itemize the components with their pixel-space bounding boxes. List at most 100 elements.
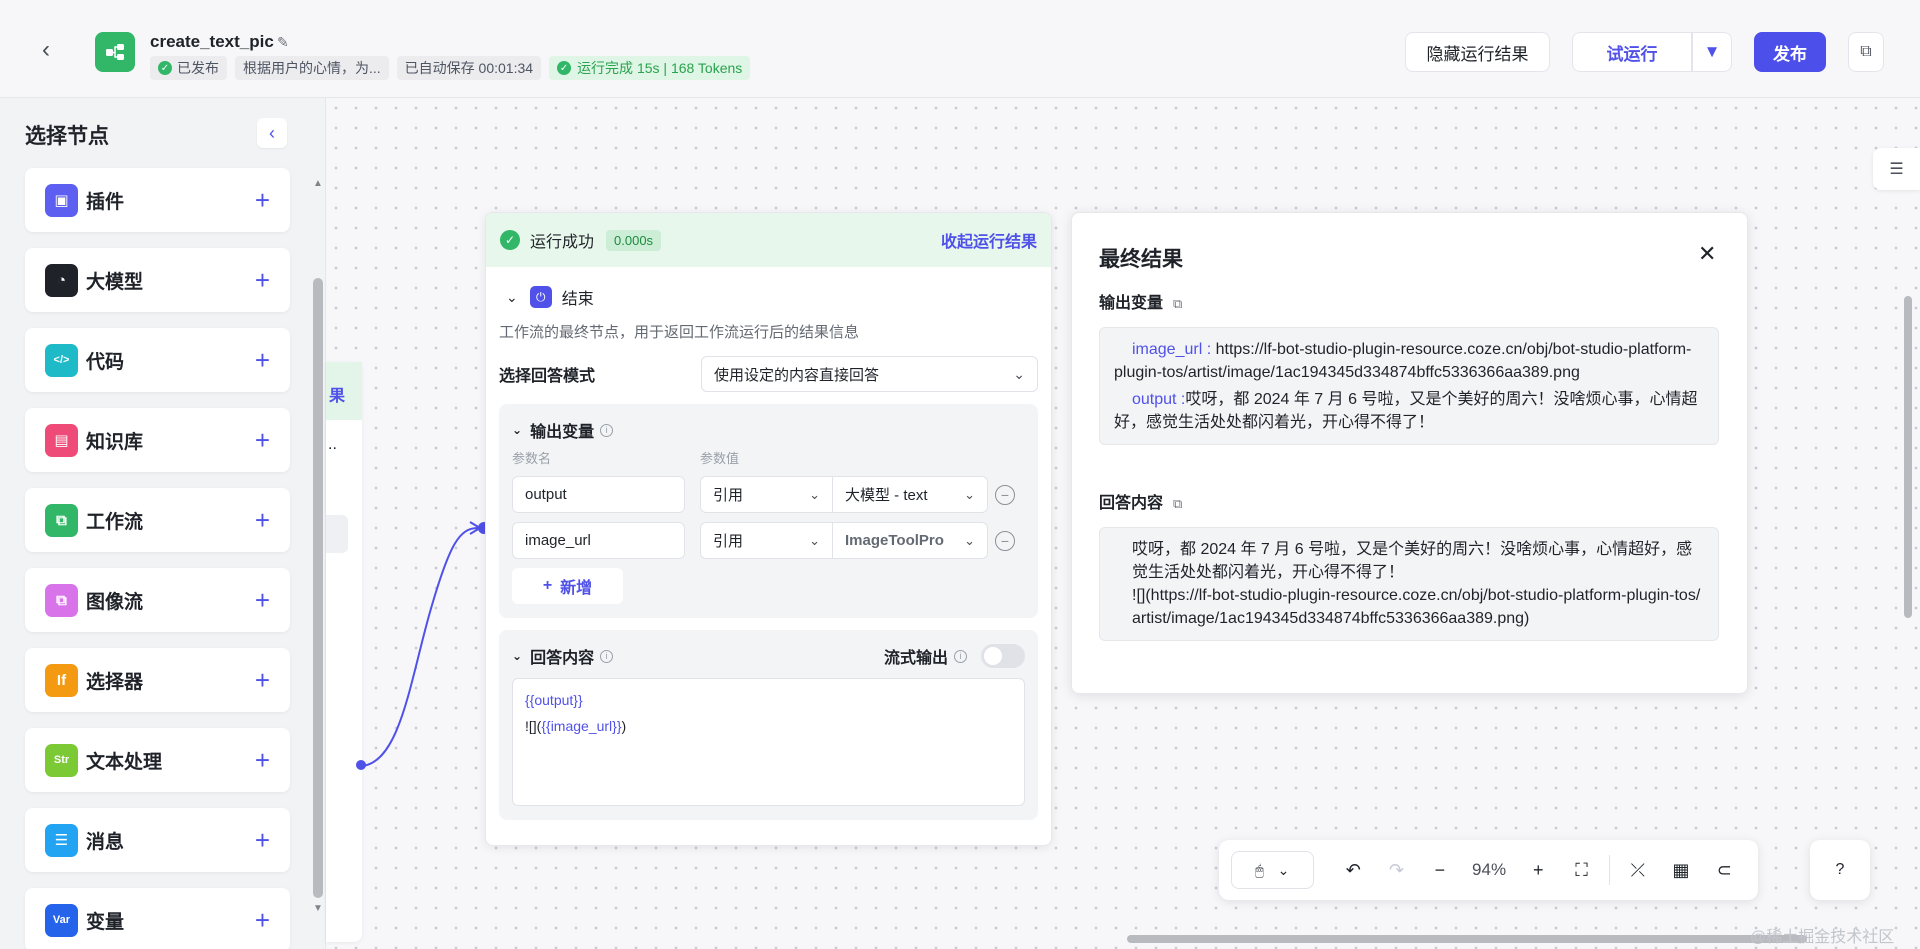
column-headers: 参数名 参数值 bbox=[512, 448, 1025, 467]
output-port[interactable] bbox=[356, 760, 366, 770]
chevron-down-icon: ⌄ bbox=[964, 486, 975, 502]
chevron-down-icon: ⌄ bbox=[809, 532, 820, 548]
answer-header[interactable]: ⌄ 回答内容 i 流式输出 i bbox=[512, 644, 1025, 668]
plus-icon[interactable]: + bbox=[255, 507, 270, 533]
collapse-panel-button[interactable]: ‹ bbox=[257, 118, 287, 148]
plus-icon[interactable]: + bbox=[255, 827, 270, 853]
answer-line-1: {{output}} bbox=[525, 692, 583, 708]
help-icon[interactable]: ? bbox=[1810, 840, 1870, 900]
image-url-key: image_url : bbox=[1132, 341, 1212, 358]
add-var-button[interactable]: + 新增 bbox=[512, 568, 623, 604]
canvas-scrollbar-vertical[interactable] bbox=[1904, 296, 1912, 618]
scroll-up-icon[interactable]: ▲ bbox=[313, 178, 323, 189]
edge-connector[interactable] bbox=[340, 512, 490, 772]
plus-icon[interactable]: + bbox=[255, 907, 270, 933]
back-icon[interactable]: ‹ bbox=[42, 38, 66, 62]
collapse-results-link[interactable]: 收起运行结果 bbox=[941, 228, 1037, 252]
result-title: 最终结果 bbox=[1099, 248, 1183, 271]
grid-layout-icon[interactable]: ▦ bbox=[1659, 860, 1702, 881]
node-panel: 选择节点 ‹ ▣ 插件 + ◔ 大模型 + </> 代码 + ▤ 知识库 + ⧉ 工作流 + ⧉ 图像流 + If 选… bbox=[0, 98, 326, 949]
node-item[interactable]: ☰ 消息 + bbox=[25, 808, 290, 872]
node-item[interactable]: Str 文本处理 + bbox=[25, 728, 290, 792]
collapse-all-icon[interactable]: ⤫ bbox=[1616, 860, 1659, 881]
output-vars-label: 输出变量 ⧉ bbox=[1099, 289, 1182, 313]
end-node-header: ⌄ ⏻ 结束 bbox=[486, 267, 1051, 309]
stream-output-toggle[interactable] bbox=[981, 644, 1025, 668]
success-check-icon: ✓ bbox=[500, 230, 520, 250]
plus-icon[interactable]: + bbox=[255, 587, 270, 613]
stream-output-label: 流式输出 bbox=[883, 650, 948, 667]
check-icon: ✓ bbox=[158, 61, 172, 75]
plus-icon[interactable]: + bbox=[255, 427, 270, 453]
node-item[interactable]: ▤ 知识库 + bbox=[25, 408, 290, 472]
remove-var-icon[interactable]: − bbox=[995, 530, 1015, 551]
edit-icon[interactable]: ✎ bbox=[277, 34, 289, 51]
image-url-line: image_url : https://lf-bot-studio-plugin… bbox=[1114, 338, 1704, 384]
info-icon[interactable]: i bbox=[954, 649, 967, 663]
answer-line-2-var: {{image_url}} bbox=[541, 718, 622, 734]
hide-results-button[interactable]: 隐藏运行结果 bbox=[1405, 32, 1550, 72]
workflow-app-icon bbox=[95, 32, 135, 72]
info-icon[interactable]: i bbox=[600, 649, 614, 663]
plus-icon[interactable]: + bbox=[255, 347, 270, 373]
var-name-input[interactable]: image_url bbox=[512, 522, 685, 559]
answer-mode-select[interactable]: 使用设定的内容直接回答 ⌄ bbox=[701, 356, 1038, 392]
var-name-input[interactable]: output bbox=[512, 476, 685, 513]
var-ref-select[interactable]: 引用 ⌄ bbox=[700, 522, 833, 559]
end-node[interactable]: ✓ 运行成功 0.000s 收起运行结果 ⌄ ⏻ 结束 工作流的最终节点，用于返… bbox=[485, 212, 1052, 846]
node-item[interactable]: ▣ 插件 + bbox=[25, 168, 290, 232]
zoom-in-icon[interactable]: + bbox=[1517, 860, 1560, 881]
outline-icon[interactable]: ☰ bbox=[1873, 148, 1920, 190]
answer-editor[interactable]: {{output}} ![]({{image_url}}) bbox=[512, 678, 1025, 806]
description-tag[interactable]: 根据用户的心情，为... bbox=[235, 56, 389, 80]
run-result-bar: ✓ 运行成功 0.000s 收起运行结果 bbox=[486, 213, 1051, 267]
duplicate-icon[interactable]: ⧉ bbox=[1848, 32, 1884, 72]
fit-view-icon[interactable]: ⛶ bbox=[1560, 860, 1603, 881]
interaction-mode-select[interactable]: 🖱 ⌄ bbox=[1231, 851, 1314, 889]
node-item[interactable]: If 选择器 + bbox=[25, 648, 290, 712]
node-item[interactable]: Var 变量 + bbox=[25, 888, 290, 949]
caret-down-icon: ▼ bbox=[1703, 42, 1721, 61]
plus-icon[interactable]: + bbox=[255, 667, 270, 693]
panel-scrollbar[interactable] bbox=[313, 278, 323, 898]
mouse-icon: 🖱 bbox=[1255, 861, 1264, 878]
node-item-label: 图像流 bbox=[86, 591, 144, 613]
var-ref-select[interactable]: 引用 ⌄ bbox=[700, 476, 833, 513]
var-value-select[interactable]: 大模型 - text ⌄ bbox=[833, 476, 988, 513]
node-item-label: 工作流 bbox=[86, 511, 144, 533]
final-result-panel: 最终结果 ✕ 输出变量 ⧉ image_url : https://lf-bot-… bbox=[1071, 212, 1748, 694]
node-item[interactable]: ⧉ 工作流 + bbox=[25, 488, 290, 552]
output-vars-header[interactable]: ⌄ 输出变量 i bbox=[512, 418, 1025, 442]
close-icon[interactable]: ✕ bbox=[1698, 241, 1716, 267]
plus-icon[interactable]: + bbox=[255, 747, 270, 773]
scroll-down-icon[interactable]: ▼ bbox=[313, 903, 323, 914]
try-run-button[interactable]: 试运行 bbox=[1572, 32, 1692, 72]
var-value-select[interactable]: ImageToolPro ⌄ bbox=[833, 522, 988, 559]
plus-icon[interactable]: + bbox=[255, 267, 270, 293]
chevron-down-icon[interactable]: ⌄ bbox=[506, 289, 518, 306]
var-row: output 引用 ⌄ 大模型 - text ⌄ − bbox=[512, 476, 1025, 513]
node-item[interactable]: ⧉ 图像流 + bbox=[25, 568, 290, 632]
node-item[interactable]: </> 代码 + bbox=[25, 328, 290, 392]
remove-var-icon[interactable]: − bbox=[995, 484, 1015, 505]
chevron-down-icon: ⌄ bbox=[1277, 861, 1290, 878]
info-icon[interactable]: i bbox=[600, 423, 614, 437]
chevron-down-icon: ⌄ bbox=[1013, 365, 1025, 382]
canvas-scrollbar-horizontal[interactable] bbox=[1127, 935, 1807, 943]
imageflow-icon: ⧉ bbox=[45, 583, 78, 617]
run-time-badge: 0.000s bbox=[606, 229, 662, 251]
minimap-icon[interactable]: ⊂ bbox=[1703, 860, 1746, 881]
undo-icon[interactable]: ↶ bbox=[1332, 860, 1375, 881]
node-item-label: 大模型 bbox=[86, 271, 144, 293]
watermark: @稀土掘金技术社区 bbox=[1750, 929, 1895, 946]
answer-label: 回答内容 ⧉ bbox=[1099, 489, 1182, 513]
node-item[interactable]: ◔ 大模型 + bbox=[25, 248, 290, 312]
copy-icon[interactable]: ⧉ bbox=[1173, 296, 1182, 311]
copy-icon[interactable]: ⧉ bbox=[1173, 496, 1182, 511]
publish-button[interactable]: 发布 bbox=[1754, 32, 1826, 72]
plus-icon[interactable]: + bbox=[255, 187, 270, 213]
redo-icon[interactable]: ↷ bbox=[1375, 860, 1418, 881]
zoom-out-icon[interactable]: − bbox=[1418, 860, 1461, 881]
try-run-dropdown[interactable]: ▼ bbox=[1692, 32, 1732, 72]
stream-output-control: 流式输出 i bbox=[884, 644, 1025, 668]
